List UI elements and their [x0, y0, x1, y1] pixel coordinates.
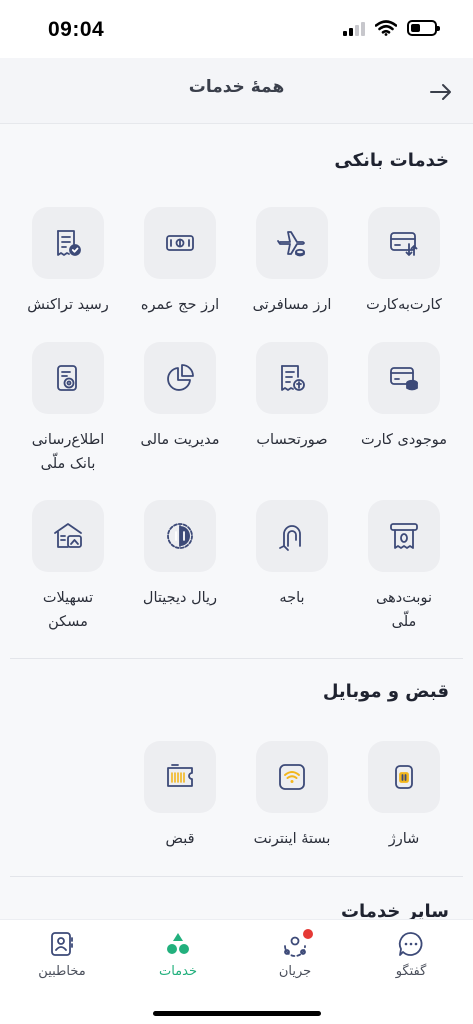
chat-icon	[398, 932, 423, 956]
section-title-banking: خدمات بانکی	[334, 150, 449, 171]
service-tile-housing-loan[interactable]: تسهیلات مسکن	[12, 500, 124, 634]
wifi-status-icon	[375, 20, 397, 36]
section-divider	[10, 876, 463, 877]
bottom-navigation: گفتگو جریان خدمات مخاطبین	[0, 919, 473, 1024]
receipt-check-icon	[57, 230, 81, 256]
bell-kiosk-icon	[279, 525, 301, 551]
contacts-icon	[51, 932, 73, 956]
sim-card-icon	[395, 765, 413, 789]
service-tile-digital-rial[interactable]: ریال دیجیتال	[124, 500, 236, 610]
service-label: شارژ	[388, 831, 420, 847]
nav-label: خدمات	[158, 964, 198, 979]
section-title-other: سایر خدمات	[340, 901, 449, 919]
service-label: ارز حج عمره	[140, 297, 220, 313]
service-tile-kiosk[interactable]: باجه	[236, 500, 348, 610]
service-tile-transaction-receipt[interactable]: رسید تراکنش	[12, 207, 124, 317]
house-loan-icon	[54, 523, 82, 548]
nav-label: جریان	[278, 964, 312, 979]
service-label: تسهیلات مسکن	[42, 590, 94, 630]
service-tile-travel-currency[interactable]: ارز مسافرتی	[236, 207, 348, 317]
digital-rial-icon	[167, 523, 193, 549]
services-icon	[167, 933, 189, 954]
service-tile-bill[interactable]: قبض	[124, 741, 236, 851]
battery-icon	[407, 20, 440, 36]
section-title-bills: قبض و موبایل	[322, 681, 449, 702]
service-tile-hajj-currency[interactable]: ارز حج عمره	[124, 207, 236, 317]
card-transfer-icon	[390, 232, 418, 256]
service-tile-card-balance[interactable]: موجودی کارت	[348, 342, 460, 452]
service-tile-card-to-card[interactable]: کارت‌به‌کارت	[348, 207, 460, 317]
service-label: قبض	[165, 831, 195, 847]
nav-item-flow[interactable]: جریان	[250, 929, 340, 979]
card-balance-icon	[390, 367, 418, 391]
services-content[interactable]: خدمات بانکی کارت‌به‌کارت ارز مسافرتی ارز…	[0, 124, 473, 919]
service-label: صورتحساب	[256, 432, 328, 448]
service-tile-melli-queue[interactable]: نوبت‌دهی ملّی	[348, 500, 460, 634]
service-label: بستهٔ اینترنت	[253, 831, 331, 847]
service-label: ریال دیجیتال	[142, 590, 218, 606]
service-tile-statement[interactable]: صورتحساب	[236, 342, 348, 452]
nav-label: مخاطبین	[38, 964, 86, 979]
wifi-icon	[279, 764, 305, 790]
cellular-signal-icon	[343, 20, 365, 36]
status-bar: 09:04	[0, 0, 473, 58]
service-label: موجودی کارت	[360, 432, 448, 448]
service-label: اطلاع‌رسانی بانک ملّی	[31, 432, 105, 472]
status-time: 09:04	[48, 18, 105, 41]
service-label: نوبت‌دهی ملّی	[376, 590, 432, 630]
nav-item-services[interactable]: خدمات	[133, 930, 223, 979]
statement-icon	[281, 365, 305, 391]
notification-badge	[303, 929, 313, 939]
service-label: رسید تراکنش	[27, 297, 109, 313]
header: همهٔ خدمات	[0, 58, 473, 124]
notification-doc-icon	[57, 365, 77, 391]
service-tile-charge[interactable]: شارژ	[348, 741, 460, 851]
service-tile-financial-management[interactable]: مدیریت مالی	[124, 342, 236, 452]
pie-chart-icon	[167, 364, 194, 391]
bill-icon	[167, 764, 193, 787]
section-divider	[10, 658, 463, 659]
back-button[interactable]	[425, 76, 457, 108]
nav-item-contacts[interactable]: مخاطبین	[17, 930, 107, 979]
airplane-icon	[277, 231, 305, 257]
status-icons	[343, 20, 440, 36]
home-indicator	[153, 1011, 321, 1016]
banknote-icon	[166, 235, 194, 251]
service-tile-internet-package[interactable]: بستهٔ اینترنت	[236, 741, 348, 851]
service-label: ارز مسافرتی	[252, 297, 332, 313]
arrow-right-icon	[430, 84, 451, 100]
service-label: باجه	[279, 590, 305, 606]
service-label: مدیریت مالی	[140, 432, 220, 448]
service-tile-melli-notification[interactable]: اطلاع‌رسانی بانک ملّی	[12, 342, 124, 476]
nav-item-chat[interactable]: گفتگو	[366, 930, 456, 979]
ticket-queue-icon	[390, 523, 418, 549]
page-title: همهٔ خدمات	[188, 77, 285, 97]
nav-label: گفتگو	[395, 964, 427, 979]
service-label: کارت‌به‌کارت	[366, 297, 442, 313]
